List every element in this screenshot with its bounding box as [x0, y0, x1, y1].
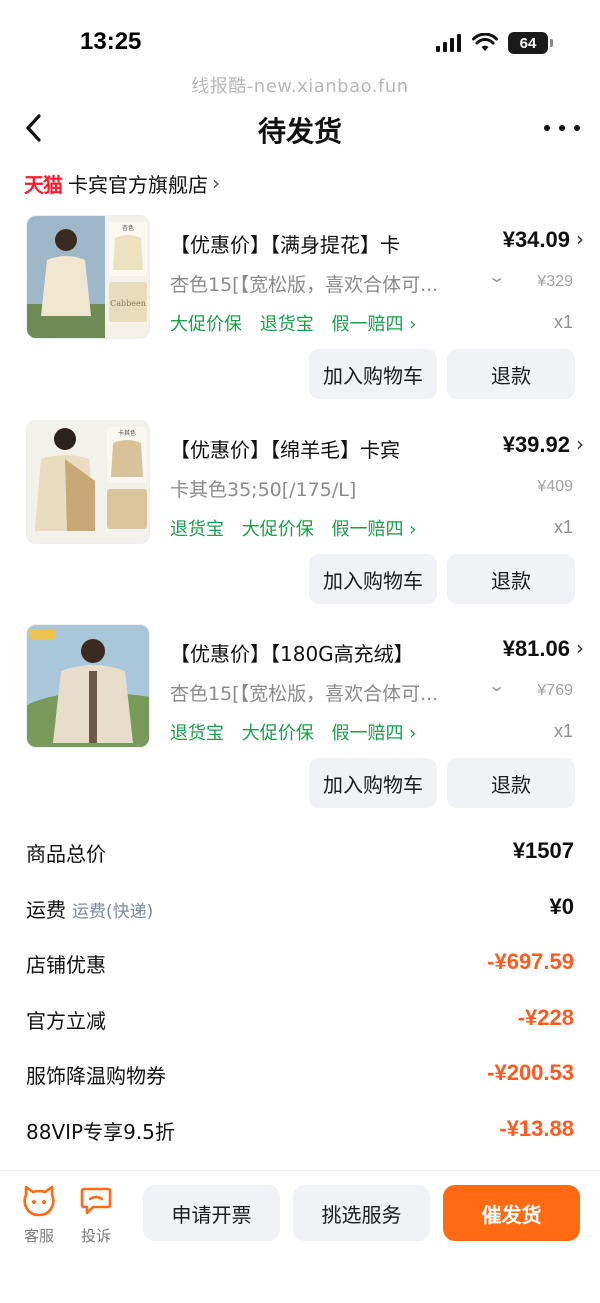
customer-service-icon — [23, 1185, 55, 1217]
thumb-logo-text: Cabbeen — [110, 299, 146, 308]
product-image-down-jacket — [27, 625, 149, 747]
item-title[interactable]: 【优惠价】【绵羊毛】卡宾 — [170, 434, 440, 463]
bottom-action-bar: 客服 投诉 申请开票 挑选服务 催发货 — [0, 1170, 600, 1303]
summary-value: -¥697.59 — [487, 949, 574, 975]
urge-shipping-button[interactable]: 催发货 — [443, 1185, 580, 1241]
item-price: ¥34.09 — [502, 227, 570, 252]
service-tag: 退货宝 — [259, 314, 314, 335]
shop-link[interactable]: 天猫 卡宾官方旗舰店 › — [24, 168, 220, 198]
customer-service-label: 客服 — [23, 1227, 54, 1245]
status-time: 13:25 — [80, 28, 142, 55]
summary-label: 运费 — [26, 897, 66, 922]
complain-button[interactable]: 投诉 — [76, 1185, 116, 1246]
wifi-icon — [472, 33, 498, 51]
product-thumbnail[interactable]: Cabbeen 杏色 — [26, 215, 150, 339]
refund-button[interactable]: 退款 — [447, 554, 575, 604]
more-dot-icon — [544, 125, 550, 131]
item-original-price: ¥329 — [537, 273, 573, 290]
refund-button[interactable]: 退款 — [447, 349, 575, 399]
customer-service-button[interactable]: 客服 — [19, 1185, 59, 1246]
signal-icon — [436, 34, 461, 52]
summary-label: 服饰降温购物券 — [26, 1064, 166, 1089]
status-icons: 64 — [436, 32, 553, 54]
summary-row-shop-discount: 店铺优惠 -¥697.59 — [0, 937, 600, 993]
item-service-tags[interactable]: 退货宝 大促价保 假一赔四 › — [170, 719, 428, 745]
order-item[interactable]: Cabbeen 杏色 【优惠价】【满身提花】卡 ¥34.09 › 杏色15[【宽… — [0, 215, 600, 415]
thumb-color-label: 杏色 — [122, 224, 134, 232]
order-item[interactable]: 卡其色 【优惠价】【绵羊毛】卡宾 ¥39.92 › 卡其色35;50[/175/… — [0, 420, 600, 620]
refund-button[interactable]: 退款 — [447, 758, 575, 808]
service-tag: 大促价保 — [241, 723, 314, 744]
summary-row-subtotal: 商品总价 ¥1507 — [0, 826, 600, 882]
product-image-sweater: 卡其色 — [27, 421, 149, 543]
service-tag: 假一赔四 › — [331, 519, 417, 540]
item-quantity: x1 — [553, 312, 573, 332]
item-service-tags[interactable]: 退货宝 大促价保 假一赔四 › — [170, 515, 428, 541]
item-title[interactable]: 【优惠价】【180G高充绒】 — [170, 638, 440, 667]
battery-icon: 64 — [508, 32, 553, 54]
summary-value: -¥200.53 — [487, 1060, 574, 1086]
product-thumbnail[interactable] — [26, 624, 150, 748]
item-quantity: x1 — [553, 517, 573, 537]
item-title[interactable]: 【优惠价】【满身提花】卡 — [170, 229, 440, 258]
service-tag: 假一赔四 › — [331, 314, 417, 335]
price-summary: 商品总价 ¥1507 运费 运费(快递) ¥0 店铺优惠 -¥697.59 官方立… — [0, 826, 600, 1160]
summary-row-vip-discount: 88VIP专享9.5折 -¥13.88 — [0, 1104, 600, 1160]
service-tag: 大促价保 — [170, 314, 242, 335]
item-original-price: ¥769 — [537, 682, 573, 699]
chevron-down-icon[interactable]: ⌄ — [487, 676, 506, 695]
chevron-right-icon: › — [576, 432, 584, 456]
item-sku[interactable]: 杏色15[【宽松版，喜欢合体可... — [170, 270, 470, 297]
request-invoice-button[interactable]: 申请开票 — [143, 1185, 280, 1241]
summary-row-official-discount: 官方立减 -¥228 — [0, 993, 600, 1049]
item-service-tags[interactable]: 大促价保 退货宝 假一赔四 › — [170, 310, 428, 336]
nav-bar: 待发货 — [0, 100, 600, 156]
item-sku[interactable]: 卡其色35;50[/175/L] — [170, 475, 470, 502]
summary-row-shipping: 运费 运费(快递) ¥0 — [0, 882, 600, 938]
service-tag: 假一赔四 › — [331, 723, 417, 744]
summary-row-coupon: 服饰降温购物券 -¥200.53 — [0, 1048, 600, 1104]
shop-name: 卡宾官方旗舰店 — [68, 172, 208, 197]
chevron-right-icon: › — [576, 227, 584, 251]
item-sku[interactable]: 杏色15[【宽松版，喜欢合体可... — [170, 679, 470, 706]
add-to-cart-button[interactable]: 加入购物车 — [309, 554, 437, 604]
add-to-cart-button[interactable]: 加入购物车 — [309, 349, 437, 399]
item-original-price: ¥409 — [537, 478, 573, 495]
complain-icon — [80, 1187, 112, 1215]
item-price: ¥81.06 — [502, 636, 570, 661]
summary-value: ¥0 — [549, 893, 574, 919]
item-quantity: x1 — [553, 721, 573, 741]
more-button[interactable] — [544, 114, 580, 142]
chevron-down-icon[interactable]: ⌄ — [487, 267, 506, 286]
watermark: 线报酷-new.xianbao.fun — [191, 76, 409, 97]
chevron-right-icon: › — [212, 171, 220, 195]
add-to-cart-button[interactable]: 加入购物车 — [309, 758, 437, 808]
summary-label: 店铺优惠 — [26, 953, 106, 978]
more-dot-icon — [574, 125, 580, 131]
summary-label: 商品总价 — [26, 842, 106, 866]
summary-label: 官方立减 — [26, 1008, 106, 1033]
summary-label: 88VIP专享9.5折 — [26, 1119, 175, 1144]
page-title: 待发货 — [257, 115, 342, 148]
more-dot-icon — [559, 125, 565, 131]
service-tag: 退货宝 — [170, 723, 224, 744]
product-thumbnail[interactable]: 卡其色 — [26, 420, 150, 544]
pick-service-button[interactable]: 挑选服务 — [293, 1185, 430, 1241]
tmall-logo: 天猫 — [24, 172, 63, 197]
complain-label: 投诉 — [80, 1227, 111, 1245]
product-image-sweater: Cabbeen 杏色 — [27, 216, 149, 338]
order-item[interactable]: 【优惠价】【180G高充绒】 ¥81.06 › 杏色15[【宽松版，喜欢合体可.… — [0, 624, 600, 824]
summary-value: -¥13.88 — [499, 1115, 574, 1141]
chevron-right-icon: › — [576, 636, 584, 660]
summary-value: -¥228 — [517, 1004, 574, 1030]
summary-value: ¥1507 — [512, 838, 574, 863]
summary-sublabel: 运费(快递) — [72, 901, 154, 922]
thumb-color-label: 卡其色 — [118, 429, 136, 437]
service-tag: 退货宝 — [170, 519, 224, 540]
service-tag: 大促价保 — [241, 519, 314, 540]
item-price: ¥39.92 — [502, 432, 570, 457]
status-bar: 13:25 64 — [0, 0, 600, 80]
